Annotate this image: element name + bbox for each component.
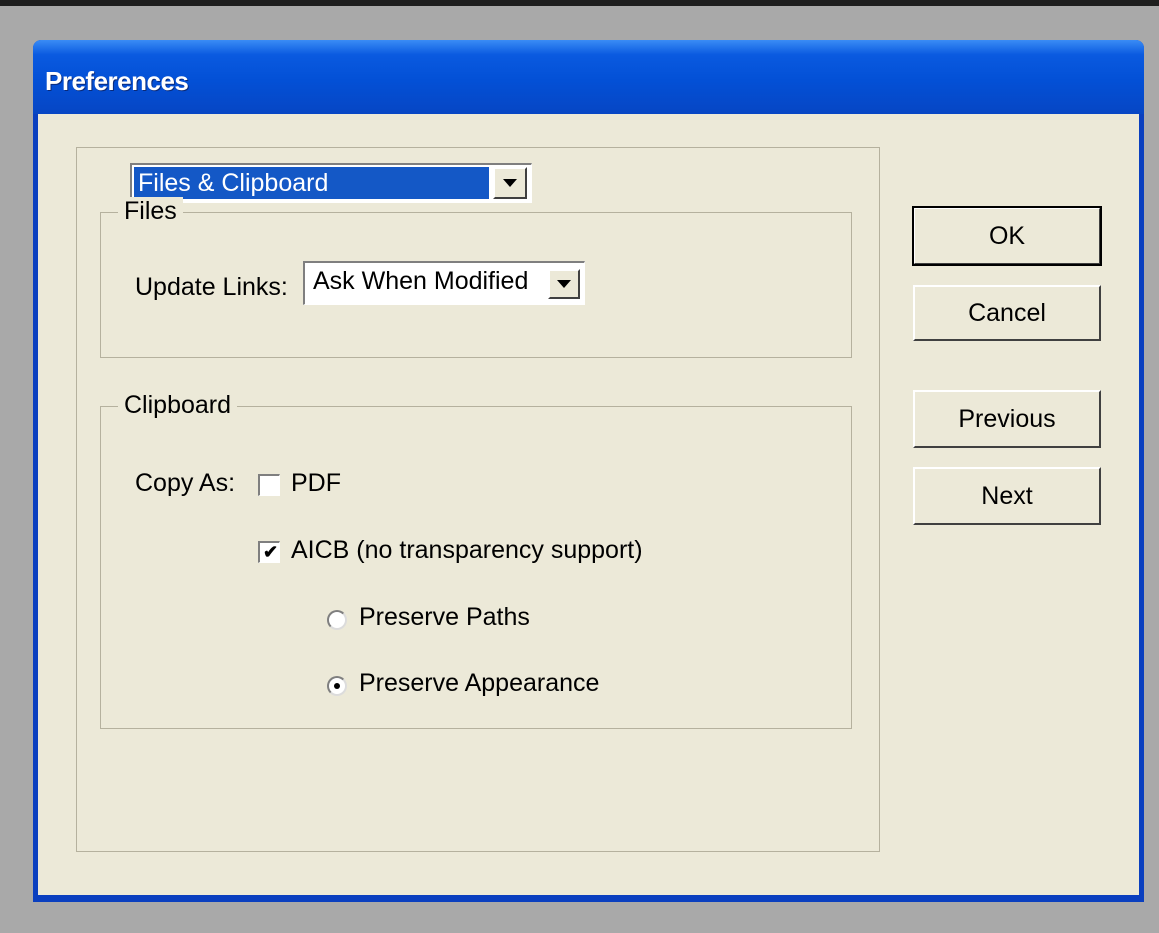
preserve-paths-radio[interactable] <box>327 610 347 630</box>
pdf-label[interactable]: PDF <box>291 469 341 498</box>
update-links-value: Ask When Modified <box>313 267 529 295</box>
chevron-down-icon <box>557 280 571 288</box>
files-group-legend: Files <box>118 197 183 226</box>
aicb-label[interactable]: AICB (no transparency support) <box>291 536 643 565</box>
preserve-appearance-radio[interactable] <box>327 676 347 696</box>
chevron-down-icon <box>503 179 517 187</box>
cancel-button-label: Cancel <box>968 299 1046 327</box>
category-select[interactable]: Files & Clipboard <box>130 163 532 203</box>
top-edge <box>0 0 1159 6</box>
clipboard-group: Clipboard Copy As: PDF ✔ AICB (no transp… <box>100 391 852 729</box>
category-dropdown-button[interactable] <box>493 167 527 199</box>
cancel-button[interactable]: Cancel <box>913 285 1101 341</box>
pdf-checkbox[interactable] <box>258 474 280 496</box>
aicb-checkbox[interactable]: ✔ <box>258 541 280 563</box>
files-group: Files Update Links: Ask When Modified <box>100 197 852 358</box>
preserve-appearance-label[interactable]: Preserve Appearance <box>359 669 599 698</box>
ok-button[interactable]: OK <box>912 206 1102 266</box>
category-select-value: Files & Clipboard <box>134 167 489 199</box>
previous-button[interactable]: Previous <box>913 390 1101 448</box>
preferences-panel: Files & Clipboard Files Update Links: As… <box>76 147 880 852</box>
preferences-dialog: Preferences Files & Clipboard Files Upda… <box>33 40 1144 902</box>
update-links-label: Update Links: <box>135 273 288 301</box>
update-links-select[interactable]: Ask When Modified <box>303 261 585 305</box>
previous-button-label: Previous <box>958 405 1056 433</box>
next-button[interactable]: Next <box>913 467 1101 525</box>
dialog-body: Files & Clipboard Files Update Links: As… <box>38 114 1139 895</box>
next-button-label: Next <box>981 482 1033 510</box>
update-links-dropdown-button[interactable] <box>548 269 580 299</box>
radio-selected-dot <box>334 683 340 689</box>
title-bar[interactable]: Preferences <box>33 40 1144 114</box>
preserve-paths-label[interactable]: Preserve Paths <box>359 603 530 632</box>
window-title: Preferences <box>45 66 189 96</box>
clipboard-group-legend: Clipboard <box>118 391 238 420</box>
check-icon: ✔ <box>263 542 279 562</box>
copy-as-label: Copy As: <box>135 469 236 497</box>
ok-button-label: OK <box>988 222 1026 250</box>
